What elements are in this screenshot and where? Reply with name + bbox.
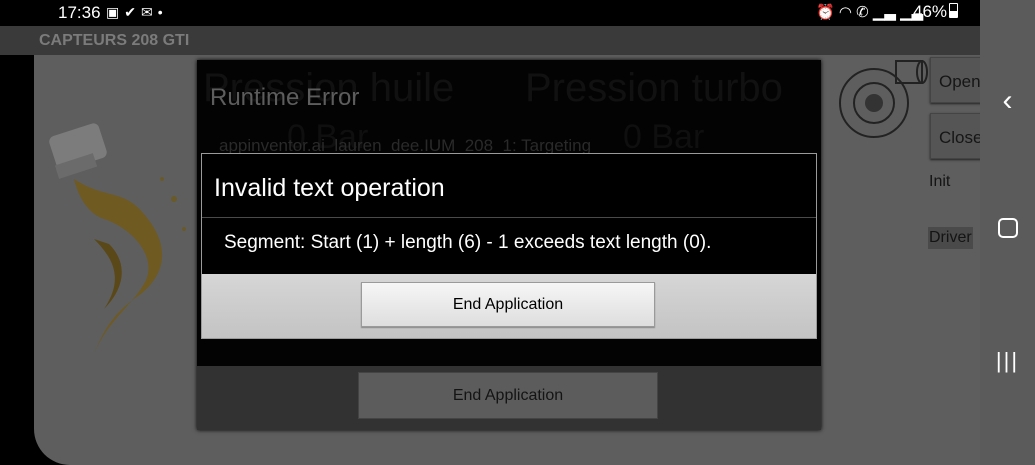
home-icon[interactable] bbox=[980, 218, 1035, 243]
battery-level: 46% bbox=[913, 2, 948, 21]
dialog-message: Segment: Start (1) + length (6) - 1 exce… bbox=[224, 232, 712, 253]
wifi-icon: ◠ bbox=[838, 4, 852, 21]
open-button[interactable]: Open bbox=[930, 57, 980, 103]
driver-label: Driver bbox=[928, 227, 973, 249]
status-time: 17:36 bbox=[58, 3, 101, 22]
navigation-bar: ‹ ||| bbox=[980, 0, 1035, 465]
system-icons: ⏰ ◠ ✆ ▁▃ ▁▃ bbox=[816, 3, 923, 21]
end-application-button-back[interactable]: End Application bbox=[358, 372, 658, 419]
turbo-pressure-value: 0 Bar bbox=[623, 118, 705, 156]
battery-indicator: 46% bbox=[913, 2, 959, 22]
gallery-icon: ▣ bbox=[106, 4, 125, 20]
dialog-divider bbox=[202, 217, 816, 218]
alarm-icon: ⏰ bbox=[816, 4, 835, 21]
app-title-bar: CAPTEURS 208 GTI bbox=[0, 26, 980, 55]
runtime-error-title: Runtime Error bbox=[210, 84, 360, 111]
app-title: CAPTEURS 208 GTI bbox=[39, 32, 190, 49]
close-button-label: Close bbox=[939, 128, 980, 147]
check-icon: ✔ bbox=[124, 4, 141, 20]
back-icon[interactable]: ‹ bbox=[980, 84, 1035, 118]
open-button-label: Open bbox=[939, 72, 980, 91]
dialog-title: Invalid text operation bbox=[214, 174, 445, 202]
wifi-calling-icon: ✆ bbox=[856, 4, 869, 21]
end-application-button[interactable]: End Application bbox=[361, 282, 655, 327]
runtime-error-footer: End Application bbox=[197, 366, 821, 430]
signal-icon: ▁▃ bbox=[872, 4, 896, 21]
battery-icon bbox=[949, 3, 959, 18]
invalid-text-dialog: Invalid text operation Segment: Start (1… bbox=[201, 153, 817, 339]
recents-icon[interactable]: ||| bbox=[980, 348, 1035, 374]
status-bar: 17:36 ▣✔✉• ⏰ ◠ ✆ ▁▃ ▁▃ 46% bbox=[0, 0, 980, 26]
mail-icon: ✉ bbox=[140, 4, 158, 20]
init-label: Init bbox=[929, 173, 951, 190]
notification-icons: ▣✔✉• bbox=[106, 4, 168, 21]
turbo-image bbox=[839, 60, 928, 138]
oil-image bbox=[49, 123, 186, 354]
turbo-pressure-title: Pression turbo bbox=[525, 66, 783, 110]
close-button[interactable]: Close bbox=[930, 113, 980, 159]
dot-icon: • bbox=[157, 4, 168, 20]
dialog-footer: End Application bbox=[202, 274, 816, 338]
